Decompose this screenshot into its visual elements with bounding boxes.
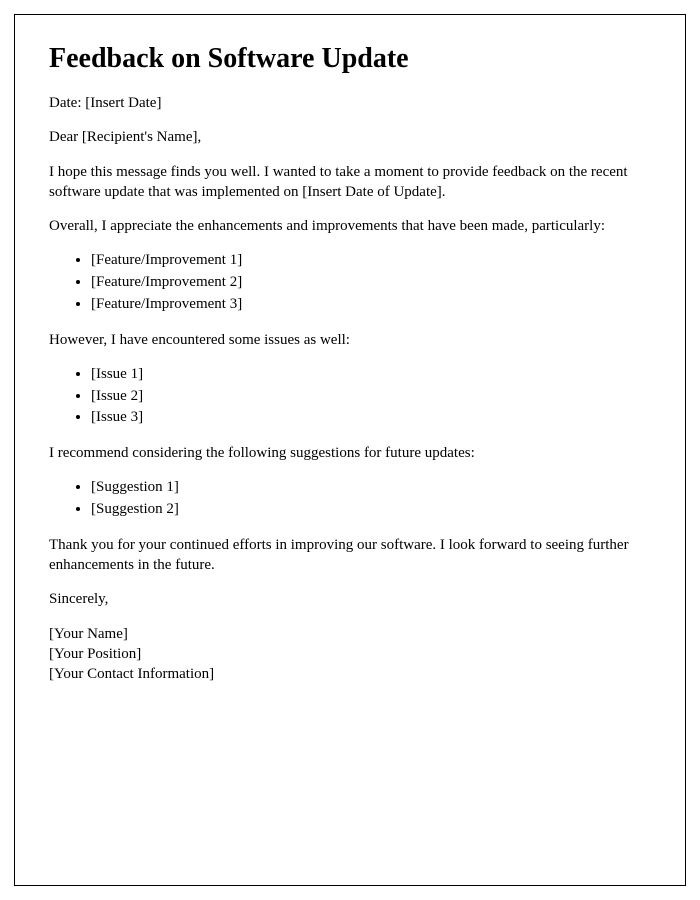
signoff: Sincerely, (49, 589, 651, 609)
list-item: [Suggestion 1] (91, 477, 651, 499)
improvements-intro: Overall, I appreciate the enhancements a… (49, 216, 651, 236)
intro-paragraph: I hope this message finds you well. I wa… (49, 162, 651, 203)
list-item: [Issue 2] (91, 386, 651, 408)
list-item: [Feature/Improvement 2] (91, 272, 651, 294)
improvements-list: [Feature/Improvement 1] [Feature/Improve… (49, 250, 651, 315)
list-item: [Issue 1] (91, 364, 651, 386)
page-title: Feedback on Software Update (49, 43, 651, 75)
list-item: [Feature/Improvement 3] (91, 294, 651, 316)
issues-list: [Issue 1] [Issue 2] [Issue 3] (49, 364, 651, 429)
document-page: Feedback on Software Update Date: [Inser… (14, 14, 686, 886)
salutation: Dear [Recipient's Name], (49, 127, 651, 147)
suggestions-intro: I recommend considering the following su… (49, 443, 651, 463)
signature-block: [Your Name] [Your Position] [Your Contac… (49, 624, 651, 685)
signature-position: [Your Position] (49, 644, 651, 664)
issues-intro: However, I have encountered some issues … (49, 330, 651, 350)
closing-paragraph: Thank you for your continued efforts in … (49, 535, 651, 576)
suggestions-list: [Suggestion 1] [Suggestion 2] (49, 477, 651, 521)
list-item: [Feature/Improvement 1] (91, 250, 651, 272)
list-item: [Issue 3] (91, 407, 651, 429)
date-line: Date: [Insert Date] (49, 93, 651, 113)
signature-name: [Your Name] (49, 624, 651, 644)
signature-contact: [Your Contact Information] (49, 664, 651, 684)
list-item: [Suggestion 2] (91, 499, 651, 521)
